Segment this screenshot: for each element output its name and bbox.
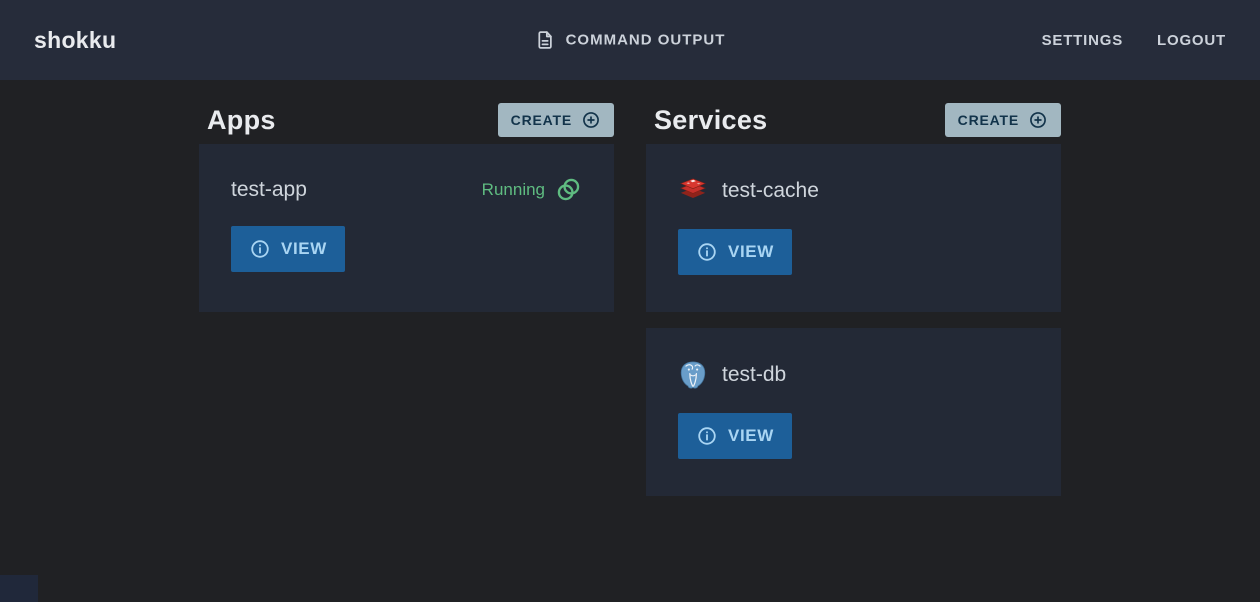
- service-name-group: test-cache: [678, 176, 819, 206]
- service-card-header-row: test-db: [678, 360, 1029, 390]
- view-service-button-label: VIEW: [728, 426, 774, 446]
- app-card-test-app: test-app Running: [199, 144, 614, 312]
- create-service-button-label: CREATE: [958, 112, 1019, 128]
- view-service-button-label: VIEW: [728, 242, 774, 262]
- app-logo[interactable]: shokku: [34, 27, 116, 54]
- app-card-header-row: test-app Running: [231, 176, 582, 203]
- top-nav-bar: shokku COMMAND OUTPUT SETTINGS LOGOUT: [0, 0, 1260, 80]
- plus-circle-icon: [581, 110, 601, 130]
- plus-circle-icon: [1028, 110, 1048, 130]
- app-status: Running: [482, 176, 582, 203]
- info-circle-icon: [696, 241, 718, 263]
- services-title: Services: [654, 105, 768, 136]
- rings-icon: [555, 176, 582, 203]
- file-text-icon: [535, 30, 556, 51]
- apps-section-head: Apps CREATE: [199, 103, 614, 137]
- info-circle-icon: [696, 425, 718, 447]
- postgresql-logo-icon: [678, 360, 708, 390]
- nav-logout[interactable]: LOGOUT: [1157, 32, 1226, 49]
- app-status-label: Running: [482, 180, 545, 200]
- create-app-button[interactable]: CREATE: [498, 103, 614, 137]
- view-app-button[interactable]: VIEW: [231, 226, 345, 272]
- view-service-button[interactable]: VIEW: [678, 229, 792, 275]
- nav-command-output-label: COMMAND OUTPUT: [566, 32, 726, 49]
- apps-section: Apps CREATE test-app Running: [199, 103, 614, 328]
- create-app-button-label: CREATE: [511, 112, 572, 128]
- service-name: test-cache: [722, 179, 819, 203]
- service-card-test-cache: test-cache VIEW: [646, 144, 1061, 312]
- services-section-head: Services CREATE: [646, 103, 1061, 137]
- view-app-button-label: VIEW: [281, 239, 327, 259]
- service-card-header-row: test-cache: [678, 176, 1029, 206]
- app-name: test-app: [231, 178, 307, 202]
- footer-fragment: [0, 575, 38, 602]
- view-service-button[interactable]: VIEW: [678, 413, 792, 459]
- main-content: Apps CREATE test-app Running: [199, 103, 1061, 512]
- redis-logo-icon: [678, 176, 708, 206]
- services-section: Services CREATE: [646, 103, 1061, 512]
- service-name-group: test-db: [678, 360, 786, 390]
- create-service-button[interactable]: CREATE: [945, 103, 1061, 137]
- apps-title: Apps: [207, 105, 276, 136]
- nav-right: SETTINGS LOGOUT: [1042, 32, 1226, 49]
- nav-command-output[interactable]: COMMAND OUTPUT: [535, 30, 726, 51]
- service-name: test-db: [722, 363, 786, 387]
- nav-settings[interactable]: SETTINGS: [1042, 32, 1123, 49]
- service-card-test-db: test-db VIEW: [646, 328, 1061, 496]
- info-circle-icon: [249, 238, 271, 260]
